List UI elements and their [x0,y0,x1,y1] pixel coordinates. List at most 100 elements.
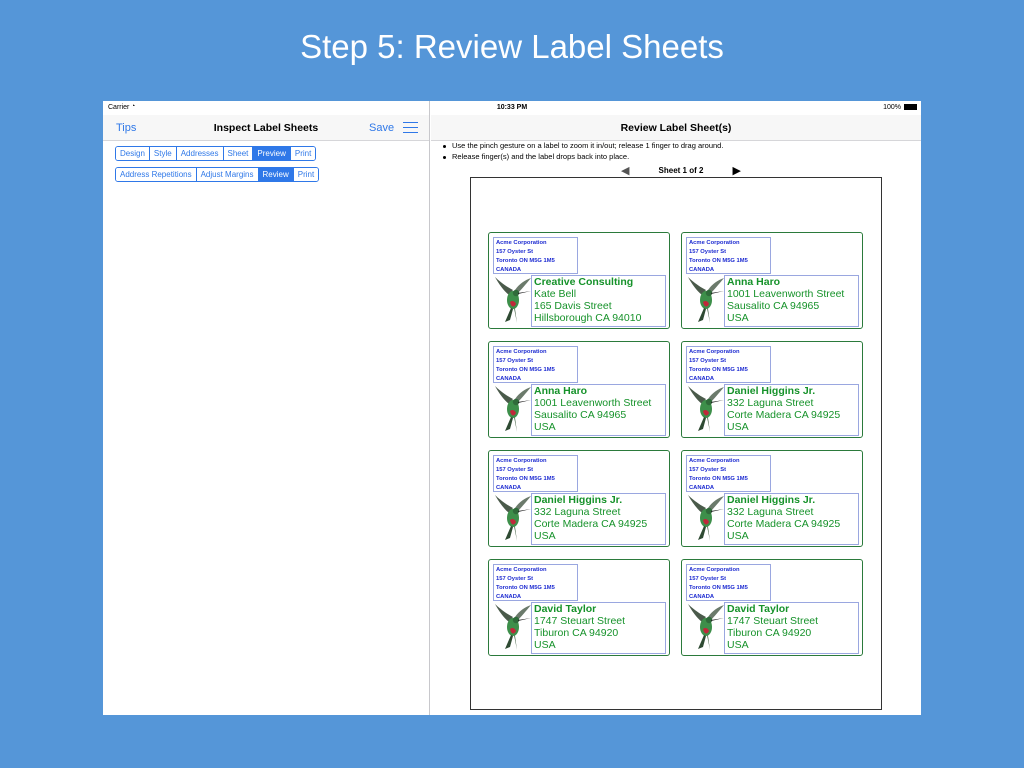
tab-addresses[interactable]: Addresses [176,147,224,160]
recipient-address: Daniel Higgins Jr. 332 Laguna Street Corte… [724,384,859,436]
recipient-address: Anna Haro 1001 Leavenworth Street Sausalit… [724,275,859,327]
tab-sheet[interactable]: Sheet [223,147,254,160]
recipient-address-line: Hillsborough CA 94010 [534,312,642,324]
recipient-address-line: Corte Madera CA 94925 [534,518,648,530]
hummingbird-icon [493,603,533,651]
instruction-item: Use the pinch gesture on a label to zoom… [443,141,723,150]
recipient-address-line: Corte Madera CA 94925 [727,518,841,530]
next-sheet-icon[interactable]: ▶ [733,164,741,177]
recipient-address-line: 332 Laguna Street [727,397,814,409]
recipient-address-line: Tiburon CA 94920 [727,627,812,639]
hummingbird-icon [686,494,726,542]
return-address-line: CANADA [496,593,522,600]
mailing-label[interactable]: Acme Corporation 157 Oyster St Toronto ON … [488,450,670,547]
tab-print[interactable]: Print [293,168,319,181]
return-address: Acme Corporation 157 Oyster St Toronto ON … [686,564,771,601]
mailing-label[interactable]: Acme Corporation 157 Oyster St Toronto ON … [681,341,863,438]
recipient-address: Anna Haro 1001 Leavenworth Street Sausalit… [531,384,666,436]
mailing-label[interactable]: Acme Corporation 157 Oyster St Toronto ON … [681,232,863,329]
recipient-name: Daniel Higgins Jr. [534,494,623,506]
return-address-line: Acme Corporation [496,567,547,573]
detail-pane: Review Label Sheet(s) Use the pinch gest… [431,101,921,715]
recipient-name: Creative Consulting [534,276,634,288]
tab-print[interactable]: Print [290,147,316,160]
recipient-address-line: Corte Madera CA 94925 [727,409,841,421]
mailing-label[interactable]: Acme Corporation 157 Oyster St Toronto ON … [488,232,670,329]
save-button[interactable]: Save [369,122,394,134]
recipient-address: Daniel Higgins Jr. 332 Laguna Street Corte… [724,493,859,545]
recipient-address: Creative Consulting Kate Bell 165 Davis St… [531,275,666,327]
return-address-line: 157 Oyster St [496,575,534,582]
return-address-line: Toronto ON M5G 1M5 [496,366,555,373]
return-address-line: 157 Oyster St [689,357,727,364]
tab-adjust-margins[interactable]: Adjust Margins [196,168,259,181]
hummingbird-icon [493,385,533,433]
preview-segmented-control: Address Repetitions Adjust Margins Review P… [115,167,320,182]
return-address: Acme Corporation 157 Oyster St Toronto ON … [686,237,771,274]
return-address-line: Toronto ON M5G 1M5 [689,475,748,482]
mailing-label[interactable]: Acme Corporation 157 Oyster St Toronto ON … [681,559,863,656]
recipient-address: David Taylor 1747 Steuart Street Tiburon C… [724,602,859,654]
recipient-address-line: USA [534,639,556,651]
recipient-address: David Taylor 1747 Steuart Street Tiburon C… [531,602,666,654]
tab-design[interactable]: Design [116,147,150,160]
recipient-address-line: Kate Bell [534,288,577,300]
recipient-address-line: Tiburon CA 94920 [534,627,619,639]
recipient-address-line: Sausalito CA 94965 [727,300,820,312]
recipient-name: Daniel Higgins Jr. [727,494,816,506]
recipient-address: Daniel Higgins Jr. 332 Laguna Street Corte… [531,493,666,545]
sheet-counter: Sheet 1 of 2 [658,166,704,175]
page-banner-title: Step 5: Review Label Sheets [300,28,724,65]
instruction-item: Release finger(s) and the label drops ba… [443,152,723,161]
detail-title: Review Label Sheet(s) [620,122,732,134]
recipient-address-line: USA [534,530,556,542]
master-pane: Tips Inspect Label Sheets Save Design Sty… [103,101,430,715]
return-address-line: CANADA [689,375,715,382]
return-address: Acme Corporation 157 Oyster St Toronto ON … [493,346,578,383]
tab-review[interactable]: Review [258,168,294,181]
return-address-line: Acme Corporation [689,349,740,355]
return-address-line: Acme Corporation [496,458,547,464]
tab-address-repetitions[interactable]: Address Repetitions [116,168,197,181]
detail-navbar: Review Label Sheet(s) [431,115,921,141]
recipient-address-line: USA [727,530,749,542]
recipient-name: David Taylor [727,603,790,615]
recipient-name: David Taylor [534,603,597,615]
hummingbird-icon [493,494,533,542]
tab-style[interactable]: Style [149,147,177,160]
return-address: Acme Corporation 157 Oyster St Toronto ON … [493,455,578,492]
return-address-line: CANADA [689,593,715,600]
workflow-segmented-control: Design Style Addresses Sheet Preview Print [115,146,317,161]
return-address-line: CANADA [496,484,522,491]
return-address-line: Toronto ON M5G 1M5 [689,366,748,373]
return-address-line: Toronto ON M5G 1M5 [496,584,555,591]
recipient-name: Anna Haro [534,385,588,397]
return-address-line: Toronto ON M5G 1M5 [689,257,748,264]
return-address-line: 157 Oyster St [496,248,534,255]
recipient-address-line: 332 Laguna Street [727,506,814,518]
return-address: Acme Corporation 157 Oyster St Toronto ON … [686,455,771,492]
hummingbird-icon [686,385,726,433]
return-address-line: 157 Oyster St [496,357,534,364]
mailing-label[interactable]: Acme Corporation 157 Oyster St Toronto ON … [488,559,670,656]
hamburger-menu-icon[interactable] [403,122,418,133]
return-address-line: Acme Corporation [689,567,740,573]
return-address-line: Acme Corporation [689,240,740,246]
return-address: Acme Corporation 157 Oyster St Toronto ON … [686,346,771,383]
return-address-line: 157 Oyster St [689,248,727,255]
hummingbird-icon [493,276,533,324]
return-address-line: Acme Corporation [496,240,547,246]
bullet-icon [443,144,446,148]
return-address-line: CANADA [689,266,715,273]
recipient-address-line: USA [727,312,749,324]
recipient-address-line: 165 Davis Street [534,300,612,312]
mailing-label[interactable]: Acme Corporation 157 Oyster St Toronto ON … [488,341,670,438]
return-address-line: 157 Oyster St [496,466,534,473]
recipient-address-line: Sausalito CA 94965 [534,409,627,421]
tab-preview[interactable]: Preview [253,147,291,160]
return-address-line: Acme Corporation [496,349,547,355]
return-address-line: Acme Corporation [689,458,740,464]
mailing-label[interactable]: Acme Corporation 157 Oyster St Toronto ON … [681,450,863,547]
return-address: Acme Corporation 157 Oyster St Toronto ON … [493,564,578,601]
ipad-screen: Carrier ◔ 10:33 PM 100% Tips Inspect Lab… [103,101,921,715]
